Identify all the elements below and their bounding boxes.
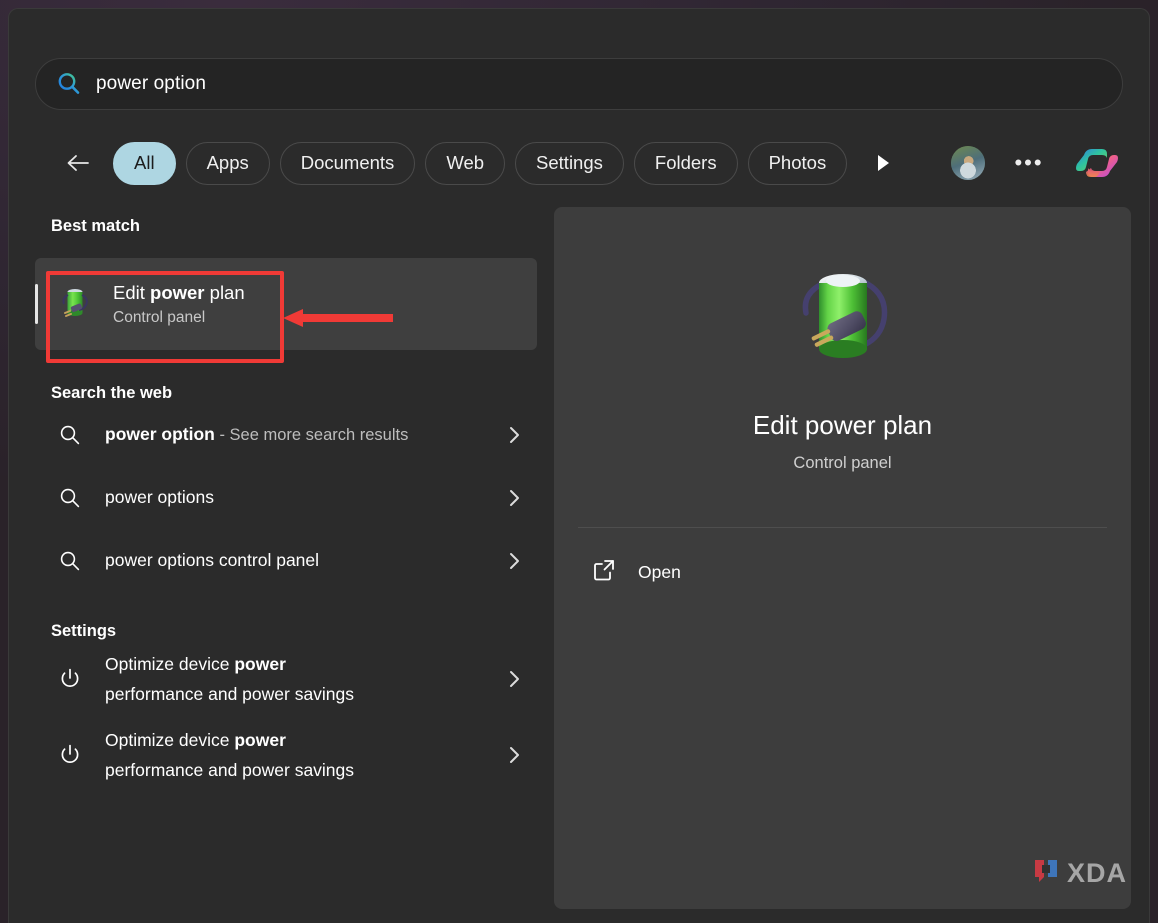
search-bar-container: power option — [35, 58, 1123, 110]
bm-title-bold: power — [150, 281, 205, 303]
settings-line2: performance and power savings — [105, 684, 355, 705]
results-list-column: Best match Edit power plan Control panel… — [35, 199, 545, 923]
settings-heading: Settings — [51, 622, 117, 640]
xda-watermark: XDA — [1031, 856, 1127, 891]
power-button-icon — [57, 667, 83, 691]
settings-line1-bold: power — [234, 654, 286, 674]
bm-title-suffix: plan — [204, 281, 245, 303]
chevron-right-icon[interactable] — [507, 552, 523, 570]
settings-line1-prefix: Optimize device — [105, 730, 235, 751]
web-result-label: power option - See more search results — [105, 419, 485, 449]
tab-all[interactable]: All — [113, 141, 176, 185]
copilot-icon[interactable] — [1073, 139, 1121, 187]
search-flyout-window: power option All Apps Documents Web Sett… — [8, 8, 1150, 923]
settings-line1-bold: power — [234, 730, 286, 751]
tab-all-label: All — [134, 152, 155, 173]
settings-line2: performance and power savings — [105, 760, 355, 781]
settings-result-label: Optimize device power performance and pow… — [105, 649, 485, 709]
search-icon — [56, 71, 82, 97]
web-result-label: power options — [105, 482, 485, 512]
xda-bracket-logo-icon — [1031, 856, 1061, 891]
web-result-rest: - See more search results — [214, 426, 409, 445]
detail-title: Edit power plan — [752, 410, 933, 440]
web-result-text: power options control panel — [105, 550, 320, 571]
web-result-bold: power option — [105, 424, 215, 445]
open-action-button[interactable]: Open — [554, 544, 1131, 601]
detail-subtitle: Control panel — [793, 454, 892, 472]
xda-wordmark: XDA — [1066, 858, 1127, 888]
detail-icon-container — [554, 255, 1131, 378]
settings-result-row[interactable]: Optimize device power performance and pow… — [35, 641, 537, 717]
results-content: Best match Edit power plan Control panel… — [9, 199, 1149, 923]
tab-documents-label: Documents — [300, 152, 395, 173]
tab-photos[interactable]: Photos — [747, 141, 848, 185]
best-match-texts: Edit power plan Control panel — [113, 282, 245, 327]
open-action-label: Open — [638, 562, 681, 582]
web-result-text: power options — [105, 487, 214, 508]
power-button-icon — [57, 743, 83, 767]
user-avatar[interactable] — [951, 146, 985, 180]
battery-power-plan-large-icon — [784, 255, 902, 378]
web-result-row[interactable]: power options — [35, 466, 537, 529]
chevron-right-icon[interactable] — [507, 426, 523, 444]
tab-folders-label: Folders — [654, 152, 717, 173]
best-match-subtitle: Control panel — [113, 308, 206, 326]
web-result-row[interactable]: power option - See more search results — [35, 403, 537, 466]
magnifier-icon — [57, 487, 83, 509]
magnifier-icon — [57, 550, 83, 572]
search-the-web-heading: Search the web — [51, 384, 173, 402]
tab-documents[interactable]: Documents — [279, 141, 416, 185]
tab-web-label: Web — [446, 152, 485, 173]
play-arrow-icon[interactable] — [863, 143, 903, 183]
settings-result-row[interactable]: Optimize device power performance and pow… — [35, 717, 537, 793]
battery-power-plan-icon — [57, 283, 95, 326]
search-input[interactable]: power option — [96, 73, 206, 95]
selection-indicator — [35, 284, 38, 324]
overflow-label: ••• — [1014, 150, 1044, 175]
web-result-row[interactable]: power options control panel — [35, 529, 537, 592]
tab-apps-label: Apps — [206, 152, 249, 173]
magnifier-icon — [57, 424, 83, 446]
detail-preview-panel: Edit power plan Control panel Open — [554, 207, 1131, 909]
open-external-icon — [592, 558, 616, 587]
settings-result-label: Optimize device power performance and pow… — [105, 725, 485, 785]
chevron-right-icon[interactable] — [507, 670, 523, 688]
back-button[interactable] — [61, 146, 95, 180]
detail-divider — [578, 527, 1107, 528]
filter-tab-bar: All Apps Documents Web Settings Folders … — [61, 139, 1121, 187]
best-match-title: Edit power plan — [113, 282, 245, 304]
chevron-right-icon[interactable] — [507, 489, 523, 507]
tab-folders[interactable]: Folders — [633, 141, 738, 185]
best-match-result-row[interactable]: Edit power plan Control panel — [35, 258, 537, 350]
chevron-right-icon[interactable] — [507, 746, 523, 764]
tab-apps[interactable]: Apps — [185, 141, 270, 185]
web-result-label: power options control panel — [105, 545, 485, 575]
search-box[interactable]: power option — [35, 58, 1123, 110]
tab-settings[interactable]: Settings — [515, 141, 624, 185]
best-match-heading: Best match — [51, 217, 140, 235]
bm-title-prefix: Edit — [113, 281, 151, 303]
more-options-button[interactable]: ••• — [1009, 143, 1049, 183]
tab-photos-label: Photos — [768, 152, 827, 173]
tab-settings-label: Settings — [536, 152, 603, 173]
settings-line1-prefix: Optimize device — [105, 654, 235, 674]
tab-web[interactable]: Web — [425, 141, 506, 185]
